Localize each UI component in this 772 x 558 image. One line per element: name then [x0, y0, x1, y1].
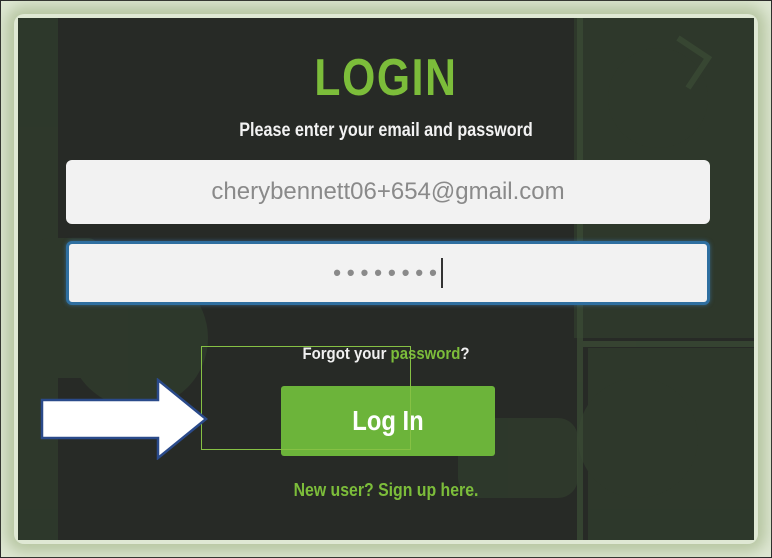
email-field-value: cherybennett06+654@gmail.com: [211, 178, 565, 205]
login-instructions: Please enter your email and password: [239, 120, 533, 141]
right-arrow-icon: [40, 378, 208, 460]
text-cursor: [440, 258, 443, 288]
page-title: LOGIN: [314, 49, 458, 107]
email-field[interactable]: cherybennett06+654@gmail.com: [66, 160, 710, 224]
signup-link[interactable]: New user? Sign up here.: [62, 480, 710, 501]
highlight-box: [201, 346, 411, 450]
login-panel: LOGIN Please enter your email and passwo…: [18, 18, 754, 540]
password-field[interactable]: ••••••••: [66, 241, 710, 305]
forgot-password-suffix: ?: [460, 344, 470, 363]
password-field-value: ••••••••: [333, 260, 443, 285]
